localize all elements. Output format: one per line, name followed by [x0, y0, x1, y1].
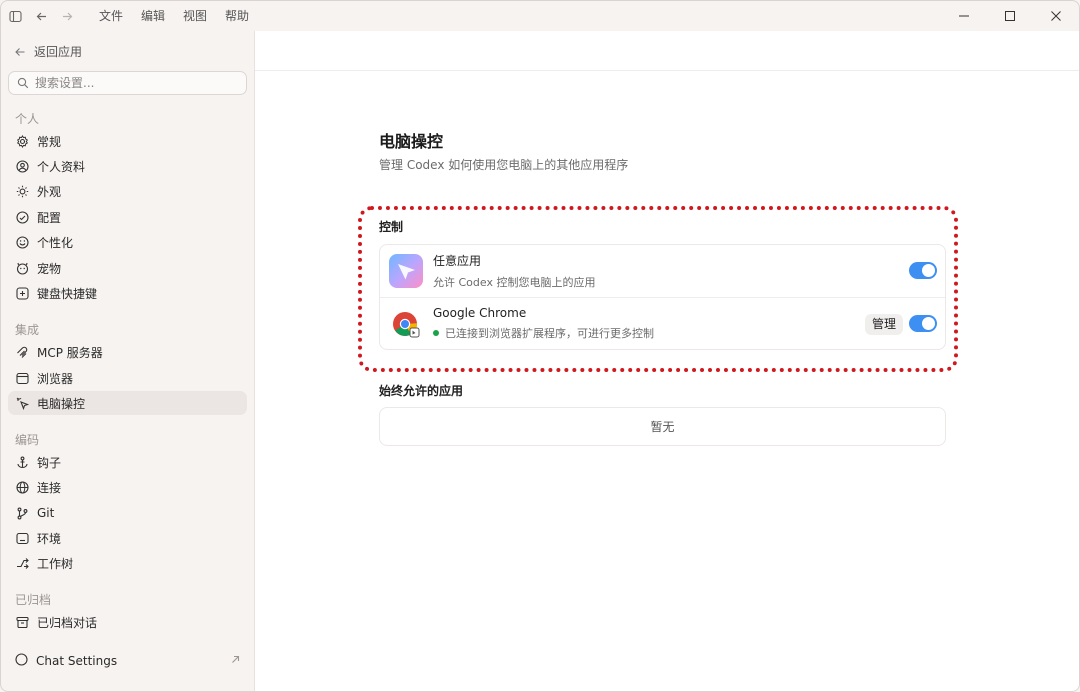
menu-edit[interactable]: 编辑 [132, 1, 174, 31]
config-icon [15, 210, 29, 224]
sidebar-item-general[interactable]: 常规 [8, 129, 247, 153]
sun-icon [15, 184, 29, 198]
sidebar-item-label: 钩子 [37, 455, 62, 470]
smile-icon [15, 235, 29, 249]
menu-help[interactable]: 帮助 [216, 1, 258, 31]
chat-settings-link[interactable]: Chat Settings [8, 649, 247, 673]
sidebar-item-personalization[interactable]: 个性化 [8, 230, 247, 254]
chat-settings-label: Chat Settings [36, 654, 118, 668]
menu-view[interactable]: 视图 [174, 1, 216, 31]
section-title-archived: 已归档 [15, 593, 52, 607]
settings-sidebar: 返回应用 个人 常规 个人资料 外观 配置 个性化 宠 [1, 31, 254, 691]
keyboard-icon [15, 286, 29, 300]
sidebar-item-label: 配置 [37, 210, 62, 225]
sidebar-item-environment[interactable]: 环境 [8, 526, 247, 550]
sidebar-item-label: 电脑操控 [37, 396, 86, 411]
allowed-apps-title: 始终允许的应用 [379, 384, 464, 398]
page-subtitle: 管理 Codex 如何使用您电脑上的其他应用程序 [379, 158, 629, 172]
browser-icon [15, 371, 29, 385]
highlight-annotation [358, 206, 958, 372]
search-box[interactable] [8, 71, 247, 95]
back-label: 返回应用 [34, 45, 83, 59]
sidebar-item-computer-control[interactable]: 电脑操控 [8, 391, 247, 415]
close-icon[interactable] [1033, 1, 1079, 31]
page-title: 电脑操控 [379, 132, 444, 151]
sidebar-item-label: 个人资料 [37, 159, 86, 174]
sidebar-item-mcp[interactable]: MCP 服务器 [8, 340, 247, 364]
user-circle-icon [15, 159, 29, 173]
sidebar-item-git[interactable]: Git [8, 501, 247, 525]
archive-icon [15, 615, 29, 629]
sidebar-item-label: 外观 [37, 184, 62, 199]
search-input[interactable] [35, 76, 225, 90]
menu-file[interactable]: 文件 [90, 1, 132, 31]
sidebar-item-config[interactable]: 配置 [8, 205, 247, 229]
back-to-app-link[interactable]: 返回应用 [14, 43, 82, 60]
sidebar-item-connections[interactable]: 连接 [8, 475, 247, 499]
sidebar-item-label: 个性化 [37, 235, 74, 250]
sidebar-item-label: Git [37, 506, 55, 520]
sidebar-item-shortcuts[interactable]: 键盘快捷键 [8, 281, 247, 305]
sidebar-item-appearance[interactable]: 外观 [8, 179, 247, 203]
arrow-left-icon [15, 47, 25, 56]
mcp-icon [15, 345, 29, 359]
sidebar-item-archived-chats[interactable]: 已归档对话 [8, 610, 247, 634]
worktree-icon [15, 556, 29, 570]
external-link-icon [230, 654, 241, 668]
chat-circle-icon [15, 653, 28, 669]
search-icon [17, 77, 29, 89]
sidebar-item-label: 连接 [37, 480, 62, 495]
anchor-icon [15, 455, 29, 469]
sidebar-item-browser[interactable]: 浏览器 [8, 366, 247, 390]
globe-icon [15, 480, 29, 494]
sidebar-item-label: 宠物 [37, 261, 62, 276]
sidebar-item-label: 常规 [37, 134, 62, 149]
header-divider [255, 70, 1079, 71]
back-arrow-icon[interactable] [30, 5, 52, 27]
menu-bar: 文件 编辑 视图 帮助 [90, 1, 258, 31]
sidebar-item-label: MCP 服务器 [37, 345, 103, 360]
pet-icon [15, 261, 29, 275]
sidebar-item-label: 工作树 [37, 556, 74, 571]
sidebar-item-profile[interactable]: 个人资料 [8, 154, 247, 178]
terminal-icon [15, 531, 29, 545]
sidebar-item-label: 环境 [37, 531, 62, 546]
app-window: 文件 编辑 视图 帮助 返回应用 个人 常规 个 [0, 0, 1080, 692]
sidebar-item-worktree[interactable]: 工作树 [8, 551, 247, 575]
sidebar-item-label: 键盘快捷键 [37, 286, 98, 301]
settings-main: 电脑操控 管理 Codex 如何使用您电脑上的其他应用程序 控制 任意应用 允许… [254, 31, 1079, 691]
window-controls [941, 1, 1079, 31]
allowed-apps-empty: 暂无 [379, 407, 946, 446]
section-title-coding: 编码 [15, 433, 40, 447]
git-branch-icon [15, 506, 29, 520]
section-title-personal: 个人 [15, 112, 40, 126]
computer-control-icon [15, 396, 29, 410]
sidebar-item-label: 浏览器 [37, 371, 74, 386]
forward-arrow-icon[interactable] [56, 5, 78, 27]
maximize-icon[interactable] [987, 1, 1033, 31]
sidebar-toggle-icon[interactable] [4, 5, 26, 27]
sidebar-item-hooks[interactable]: 钩子 [8, 450, 247, 474]
sidebar-item-pet[interactable]: 宠物 [8, 256, 247, 280]
section-title-integrations: 集成 [15, 323, 40, 337]
gear-icon [15, 134, 29, 148]
minimize-icon[interactable] [941, 1, 987, 31]
sidebar-item-label: 已归档对话 [37, 615, 98, 630]
title-bar: 文件 编辑 视图 帮助 [1, 1, 1079, 31]
